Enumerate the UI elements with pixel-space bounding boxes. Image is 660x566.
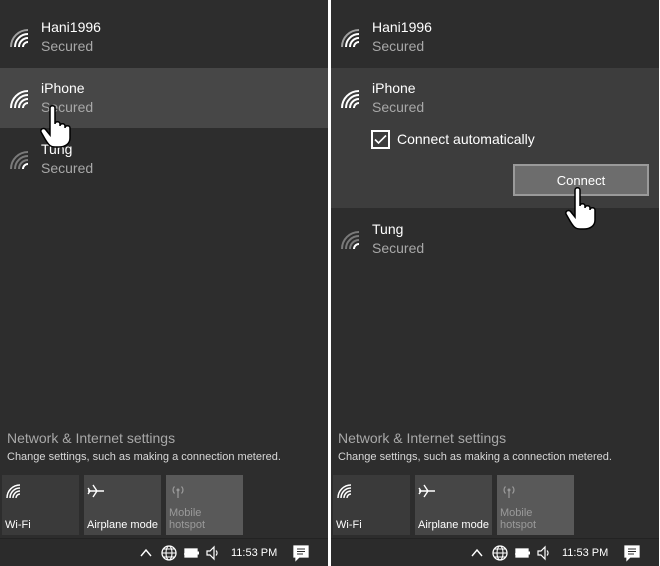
wifi-signal-icon: [6, 484, 21, 499]
wifi-signal-icon: [337, 484, 352, 499]
taskbar: 11:53 PM: [331, 538, 659, 566]
globe-network-icon[interactable]: [491, 544, 509, 562]
wifi-tile[interactable]: Wi-Fi: [2, 475, 79, 535]
network-settings-description: Change settings, such as making a connec…: [338, 451, 612, 463]
mobile-hotspot-tile[interactable]: Mobile hotspot: [166, 475, 243, 535]
tile-label: Wi-Fi: [336, 519, 362, 531]
wifi-signal-icon: [10, 90, 29, 109]
hotspot-icon: [503, 486, 515, 498]
battery-icon[interactable]: [183, 544, 201, 562]
volume-icon[interactable]: [205, 544, 221, 562]
taskbar: 11:53 PM: [0, 538, 328, 566]
connect-automatically-checkbox[interactable]: [371, 129, 390, 149]
network-status: Secured: [372, 99, 425, 115]
wifi-signal-icon: [341, 90, 360, 109]
network-settings-description: Change settings, such as making a connec…: [7, 451, 281, 463]
hand-cursor-icon: [565, 187, 596, 230]
network-status: Secured: [372, 38, 425, 54]
tile-label: Airplane mode: [87, 519, 158, 531]
volume-icon[interactable]: [536, 544, 552, 562]
network-status: Secured: [41, 160, 94, 176]
chevron-up-icon[interactable]: [140, 544, 152, 562]
network-name: Hani1996: [41, 19, 101, 35]
network-item-hani1996[interactable]: Hani1996 Secured: [331, 7, 659, 67]
network-status: Secured: [372, 240, 425, 256]
tile-label: Mobile hotspot: [500, 507, 537, 531]
network-item-iphone-expanded[interactable]: iPhone Secured Connect automatically Con…: [331, 68, 659, 208]
network-internet-settings-link[interactable]: Network & Internet settings: [338, 430, 506, 446]
network-flyout-right: Hani1996 Secured iPhone Secured Connect …: [331, 0, 659, 566]
connect-automatically-label: Connect automatically: [397, 131, 535, 147]
airplane-icon: [87, 484, 104, 498]
wifi-signal-icon: [10, 151, 29, 170]
wifi-signal-icon: [10, 29, 29, 48]
tile-label: Mobile hotspot: [169, 507, 206, 531]
globe-network-icon[interactable]: [160, 544, 178, 562]
connect-automatically-row[interactable]: Connect automatically: [371, 129, 535, 149]
network-flyout-left: Hani1996 Secured iPhone Secured Tung Sec…: [0, 0, 328, 566]
network-status: Secured: [41, 38, 94, 54]
action-center-icon[interactable]: [623, 544, 641, 562]
checkmark-icon: [374, 134, 387, 144]
battery-icon[interactable]: [514, 544, 532, 562]
taskbar-clock[interactable]: 11:53 PM: [562, 544, 608, 562]
mobile-hotspot-tile[interactable]: Mobile hotspot: [497, 475, 574, 535]
action-center-icon[interactable]: [292, 544, 310, 562]
network-internet-settings-link[interactable]: Network & Internet settings: [7, 430, 175, 446]
network-name: Hani1996: [372, 19, 432, 35]
hotspot-icon: [172, 486, 184, 498]
wifi-tile[interactable]: Wi-Fi: [333, 475, 410, 535]
airplane-icon: [418, 484, 435, 498]
chevron-up-icon[interactable]: [471, 544, 483, 562]
network-name: Tung: [372, 221, 404, 237]
taskbar-clock[interactable]: 11:53 PM: [231, 544, 277, 562]
network-item-tung[interactable]: Tung Secured: [331, 209, 659, 269]
wifi-signal-icon: [341, 231, 360, 250]
airplane-mode-tile[interactable]: Airplane mode: [84, 475, 161, 535]
airplane-mode-tile[interactable]: Airplane mode: [415, 475, 492, 535]
wifi-signal-icon: [341, 29, 360, 48]
network-name: iPhone: [372, 80, 416, 96]
hand-cursor-icon: [40, 105, 71, 148]
tile-label: Airplane mode: [418, 519, 489, 531]
network-name: iPhone: [41, 80, 85, 96]
network-item-hani1996[interactable]: Hani1996 Secured: [0, 7, 328, 67]
tile-label: Wi-Fi: [5, 519, 31, 531]
